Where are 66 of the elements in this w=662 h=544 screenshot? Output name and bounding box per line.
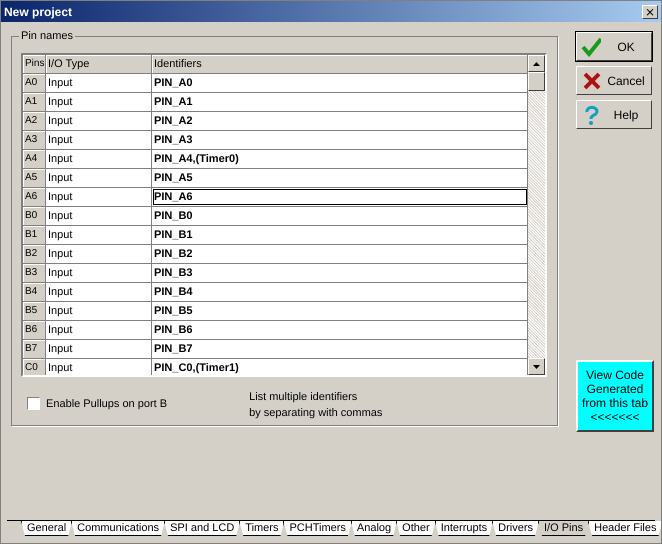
type-cell: Input — [46, 131, 152, 149]
pin-cell: A6 — [23, 188, 46, 206]
column-header: Pins — [23, 55, 46, 73]
tab[interactable]: Timers — [239, 521, 284, 536]
type-cell: Input — [46, 283, 152, 301]
pin-cell: A3 — [23, 131, 46, 149]
close-button[interactable]: × — [642, 4, 658, 18]
pin-cell: B2 — [23, 245, 46, 263]
type-cell: Input — [46, 321, 152, 339]
tab[interactable]: Analog — [350, 521, 398, 536]
checkbox[interactable] — [27, 397, 40, 410]
type-cell: Input — [46, 245, 152, 263]
pin-cell: B4 — [23, 283, 46, 301]
tab[interactable]: Drivers — [492, 521, 539, 536]
scrollbar-thumb[interactable] — [528, 72, 545, 91]
type-cell: Input — [46, 340, 152, 358]
check-icon — [581, 36, 601, 56]
tab[interactable]: Header Files — [588, 521, 661, 536]
hint-text: by separating with commas — [249, 407, 382, 419]
hint-text: List multiple identifiers — [249, 391, 358, 403]
pin-cell: B3 — [23, 264, 46, 282]
column-header: Identifiers — [152, 55, 528, 73]
type-cell: Input — [46, 188, 152, 206]
type-cell: Input — [46, 226, 152, 244]
up-arrow-icon[interactable] — [533, 62, 540, 66]
tab[interactable]: Other — [396, 521, 436, 536]
scrollbar[interactable] — [528, 55, 545, 375]
ok-button[interactable]: OK — [576, 32, 652, 61]
pin-cell: C0 — [23, 359, 46, 375]
type-cell: Input — [46, 302, 152, 320]
tab[interactable]: I/O Pins — [538, 521, 590, 536]
checkbox-label: Enable Pullups on port B — [46, 398, 168, 410]
help-button[interactable]: Help — [576, 100, 652, 129]
close-icon — [581, 70, 601, 90]
type-cell: Input — [46, 359, 152, 375]
type-cell: Input — [46, 207, 152, 225]
type-cell: Input — [46, 93, 152, 111]
pin-cell: A0 — [23, 74, 46, 92]
pin-cell: A2 — [23, 112, 46, 130]
tab[interactable]: Communications — [71, 521, 166, 536]
type-cell: Input — [46, 112, 152, 130]
type-cell: Input — [46, 264, 152, 282]
pin-cell: B1 — [23, 226, 46, 244]
type-cell: Input — [46, 74, 152, 92]
scroll-down-button[interactable] — [528, 358, 545, 375]
tab[interactable]: Interrupts — [434, 521, 494, 536]
column-header: I/O Type — [46, 55, 152, 73]
view-code-button[interactable]: View Code Generated from this tab <<<<<<< — [576, 360, 654, 432]
pin-cell: A5 — [23, 169, 46, 187]
pin-cell: A1 — [23, 93, 46, 111]
pin-cell: B6 — [23, 321, 46, 339]
cancel-button[interactable]: Cancel — [576, 66, 652, 95]
window-title: New project — [4, 4, 72, 18]
pin-cell: B0 — [23, 207, 46, 225]
type-cell: Input — [46, 169, 152, 187]
identifier-cell[interactable]: PIN_A6 — [152, 188, 528, 206]
type-cell: Input — [46, 150, 152, 168]
pin-cell: B5 — [23, 302, 46, 320]
down-arrow-icon[interactable] — [533, 364, 540, 368]
pin-cell: A4 — [23, 150, 46, 168]
tab[interactable]: PCHTimers — [283, 521, 352, 536]
scroll-up-button[interactable] — [528, 55, 545, 72]
tab[interactable]: SPI and LCD — [164, 521, 240, 536]
pin-cell: B7 — [23, 340, 46, 358]
tab[interactable]: General — [21, 521, 72, 536]
group-title: Pin names — [19, 30, 75, 42]
